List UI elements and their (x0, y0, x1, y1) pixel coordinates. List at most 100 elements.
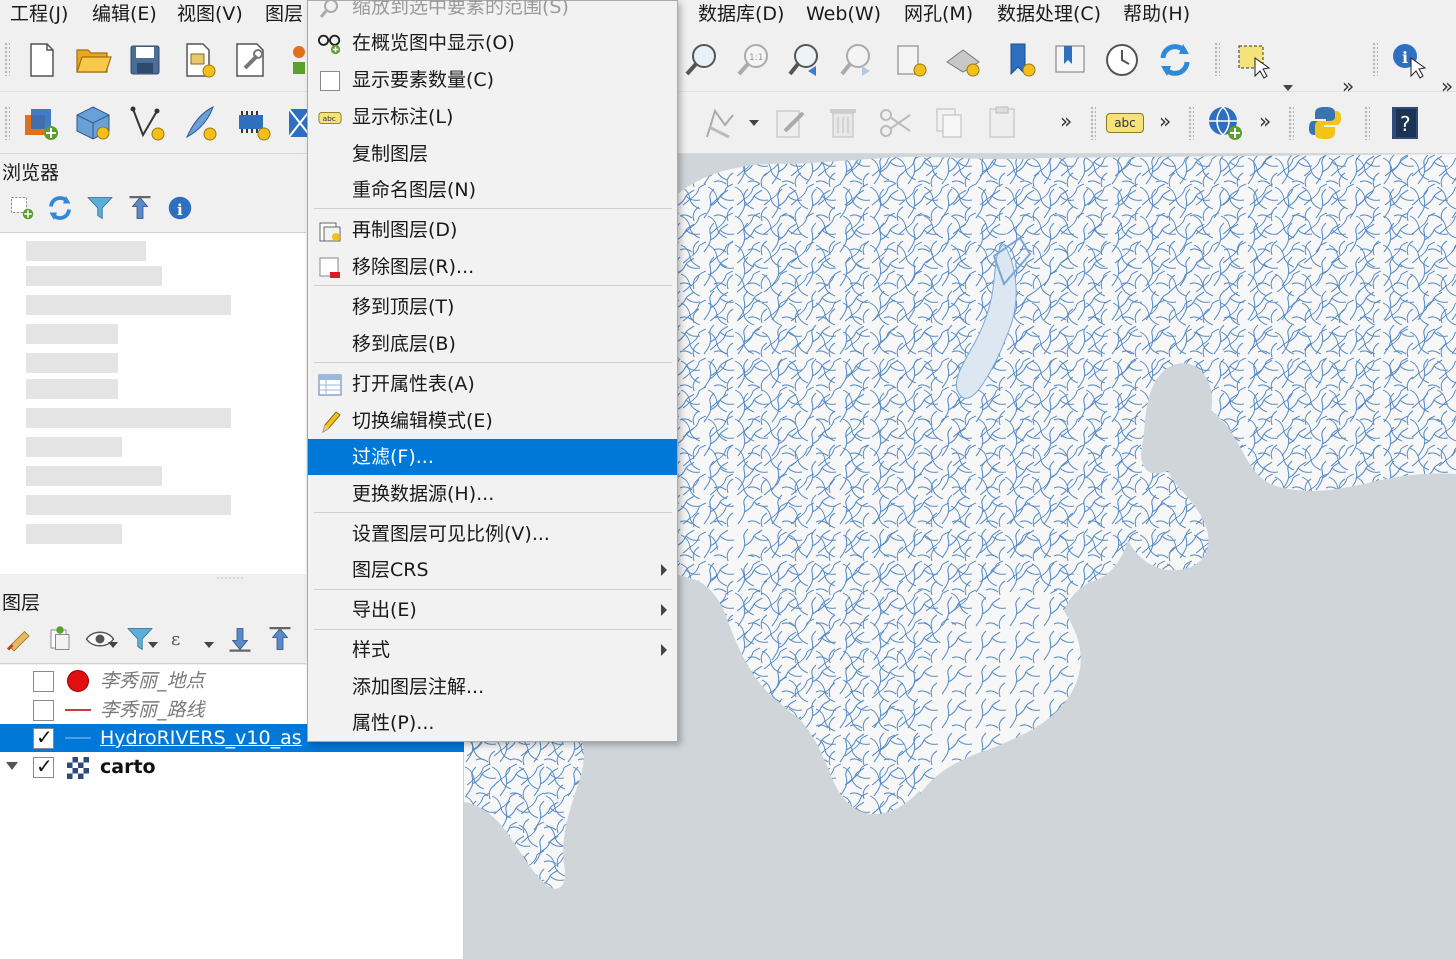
filter-dropdown-arrow[interactable] (148, 642, 158, 648)
menu-item-remove-layer[interactable]: 移除图层(R)... (308, 249, 677, 285)
new-print-layout-icon[interactable] (176, 37, 222, 83)
refresh-browser-icon[interactable] (40, 188, 80, 228)
menu-item-show-feature-count[interactable]: 显示要素数量(C) (308, 62, 677, 98)
layer-styling-icon[interactable] (0, 618, 40, 660)
new-spatialite-icon[interactable] (176, 100, 222, 146)
zoom-native-icon[interactable]: 1:1 (731, 37, 777, 83)
properties-info-icon[interactable]: i (160, 188, 200, 228)
layer-visibility-checkbox[interactable] (33, 725, 54, 749)
menu-item-show-in-overview[interactable]: 在概览图中显示(O) (308, 25, 677, 61)
panel-splitter[interactable] (0, 574, 306, 582)
collapse-all-layers-icon[interactable] (260, 618, 300, 660)
layer-visibility-checkbox[interactable] (33, 671, 54, 692)
zoom-next-icon[interactable] (835, 37, 881, 83)
collapse-all-icon[interactable] (120, 188, 160, 228)
copy-features-icon[interactable] (926, 100, 972, 146)
layer-row[interactable]: carto (0, 753, 464, 781)
menu-layer[interactable]: 图层 (265, 1, 303, 27)
menu-help[interactable]: 帮助(H) (1123, 1, 1190, 27)
new-project-icon[interactable] (18, 37, 64, 83)
menu-item-toggle-editing[interactable]: 切换编辑模式(E) (308, 403, 677, 439)
expand-all-icon[interactable] (220, 618, 260, 660)
browser-tree[interactable] (0, 232, 306, 574)
layout-manager-icon[interactable] (228, 37, 274, 83)
add-selected-layers-icon[interactable] (2, 188, 42, 228)
help-icon[interactable]: ? (1381, 100, 1427, 146)
paste-features-icon[interactable] (979, 100, 1025, 146)
refresh-icon[interactable] (1152, 37, 1198, 83)
temporal-controller-icon[interactable] (1099, 37, 1145, 83)
toolbar-grip[interactable] (1288, 106, 1294, 140)
filter-expression-icon[interactable]: ε (160, 618, 200, 660)
toolbar-grip[interactable] (1090, 106, 1096, 140)
layer-visibility-checkbox[interactable] (33, 700, 54, 721)
toolbar-overflow-icon[interactable]: » (1060, 109, 1072, 133)
select-dropdown-arrow[interactable] (1283, 85, 1293, 91)
map-themes-dropdown-arrow[interactable] (108, 642, 118, 648)
new-memory-layer-icon[interactable] (230, 100, 276, 146)
browser-item-placeholder (26, 524, 122, 544)
menu-item-set-scale-visibility[interactable]: 设置图层可见比例(V)... (308, 516, 677, 552)
cut-features-icon[interactable] (873, 100, 919, 146)
save-project-icon[interactable] (122, 37, 168, 83)
filter-legend-icon[interactable] (120, 618, 160, 660)
data-source-manager-icon[interactable] (18, 100, 64, 146)
menu-database[interactable]: 数据库(D) (698, 1, 784, 27)
open-project-icon[interactable] (70, 37, 116, 83)
digitize-dropdown-arrow[interactable] (749, 120, 759, 126)
menu-mesh[interactable]: 网孔(M) (904, 1, 973, 27)
new-shapefile-icon[interactable] (124, 100, 170, 146)
menu-item-filter[interactable]: 过滤(F)... (308, 439, 677, 475)
menu-item-open-attribute-table[interactable]: 打开属性表(A) (308, 366, 677, 402)
toolbar-overflow-icon[interactable]: » (1159, 109, 1171, 133)
add-group-icon[interactable] (40, 618, 80, 660)
layer-visibility-checkbox[interactable] (33, 754, 54, 778)
menu-item-add-layer-notes[interactable]: 添加图层注解... (308, 669, 677, 705)
new-bookmark-icon[interactable] (887, 37, 933, 83)
show-bookmarks-icon[interactable] (940, 37, 986, 83)
checkbox-icon[interactable] (318, 69, 342, 93)
digitize-icon[interactable] (696, 100, 742, 146)
menu-item-duplicate-layer[interactable]: 再制图层(D) (308, 212, 677, 248)
delete-selected-icon[interactable] (820, 100, 866, 146)
toolbar-grip[interactable] (4, 42, 10, 76)
toolbar-grip[interactable] (1372, 42, 1378, 76)
toolbar-grip[interactable] (1214, 42, 1220, 76)
new-geopackage-icon[interactable] (70, 100, 116, 146)
menu-project[interactable]: 工程(J) (10, 1, 68, 27)
bookmark-manager-icon[interactable] (1047, 37, 1093, 83)
label-toolbar-icon[interactable]: abc (1102, 100, 1148, 146)
menu-item-change-data-source[interactable]: 更换数据源(H)... (308, 476, 677, 512)
menu-processing[interactable]: 数据处理(C) (997, 1, 1101, 27)
edit-features-icon[interactable] (768, 100, 814, 146)
menu-item-zoom-to-selection[interactable]: 缩放到选中要素的范围(S) (308, 0, 677, 25)
toolbar-grip[interactable] (4, 106, 10, 140)
identify-features-icon[interactable]: i (1386, 37, 1432, 83)
expression-dropdown-arrow[interactable] (204, 642, 214, 648)
menu-item-show-labels[interactable]: abc 显示标注(L) (308, 99, 677, 135)
filter-browser-icon[interactable] (80, 188, 120, 228)
menu-item-layer-crs[interactable]: 图层CRS (308, 552, 677, 588)
toolbar-grip[interactable] (1188, 106, 1194, 140)
expand-arrow-icon[interactable] (6, 762, 18, 770)
menu-item-styles[interactable]: 样式 (308, 632, 677, 668)
menu-item-copy-layer[interactable]: 复制图层 (308, 136, 677, 172)
menu-web[interactable]: Web(W) (806, 1, 881, 27)
toolbar-overflow-icon[interactable]: » (1259, 109, 1271, 133)
python-console-icon[interactable] (1302, 100, 1348, 146)
menu-item-export[interactable]: 导出(E) (308, 592, 677, 628)
manage-map-themes-icon[interactable] (80, 618, 120, 660)
add-wms-layer-icon[interactable] (1202, 100, 1248, 146)
menu-item-move-to-bottom[interactable]: 移到底层(B) (308, 326, 677, 362)
zoom-last-icon[interactable] (783, 37, 829, 83)
toolbar-grip[interactable] (1364, 106, 1370, 140)
menu-edit[interactable]: 编辑(E) (92, 1, 157, 27)
zoom-full-icon[interactable] (679, 37, 725, 83)
menu-item-properties[interactable]: 属性(P)... (308, 705, 677, 741)
select-features-icon[interactable] (1230, 37, 1276, 83)
spatial-bookmark-icon[interactable] (996, 37, 1042, 83)
overview-icon (318, 32, 342, 56)
menu-item-move-to-top[interactable]: 移到顶层(T) (308, 289, 677, 325)
menu-view[interactable]: 视图(V) (177, 1, 243, 27)
menu-item-rename-layer[interactable]: 重命名图层(N) (308, 172, 677, 208)
